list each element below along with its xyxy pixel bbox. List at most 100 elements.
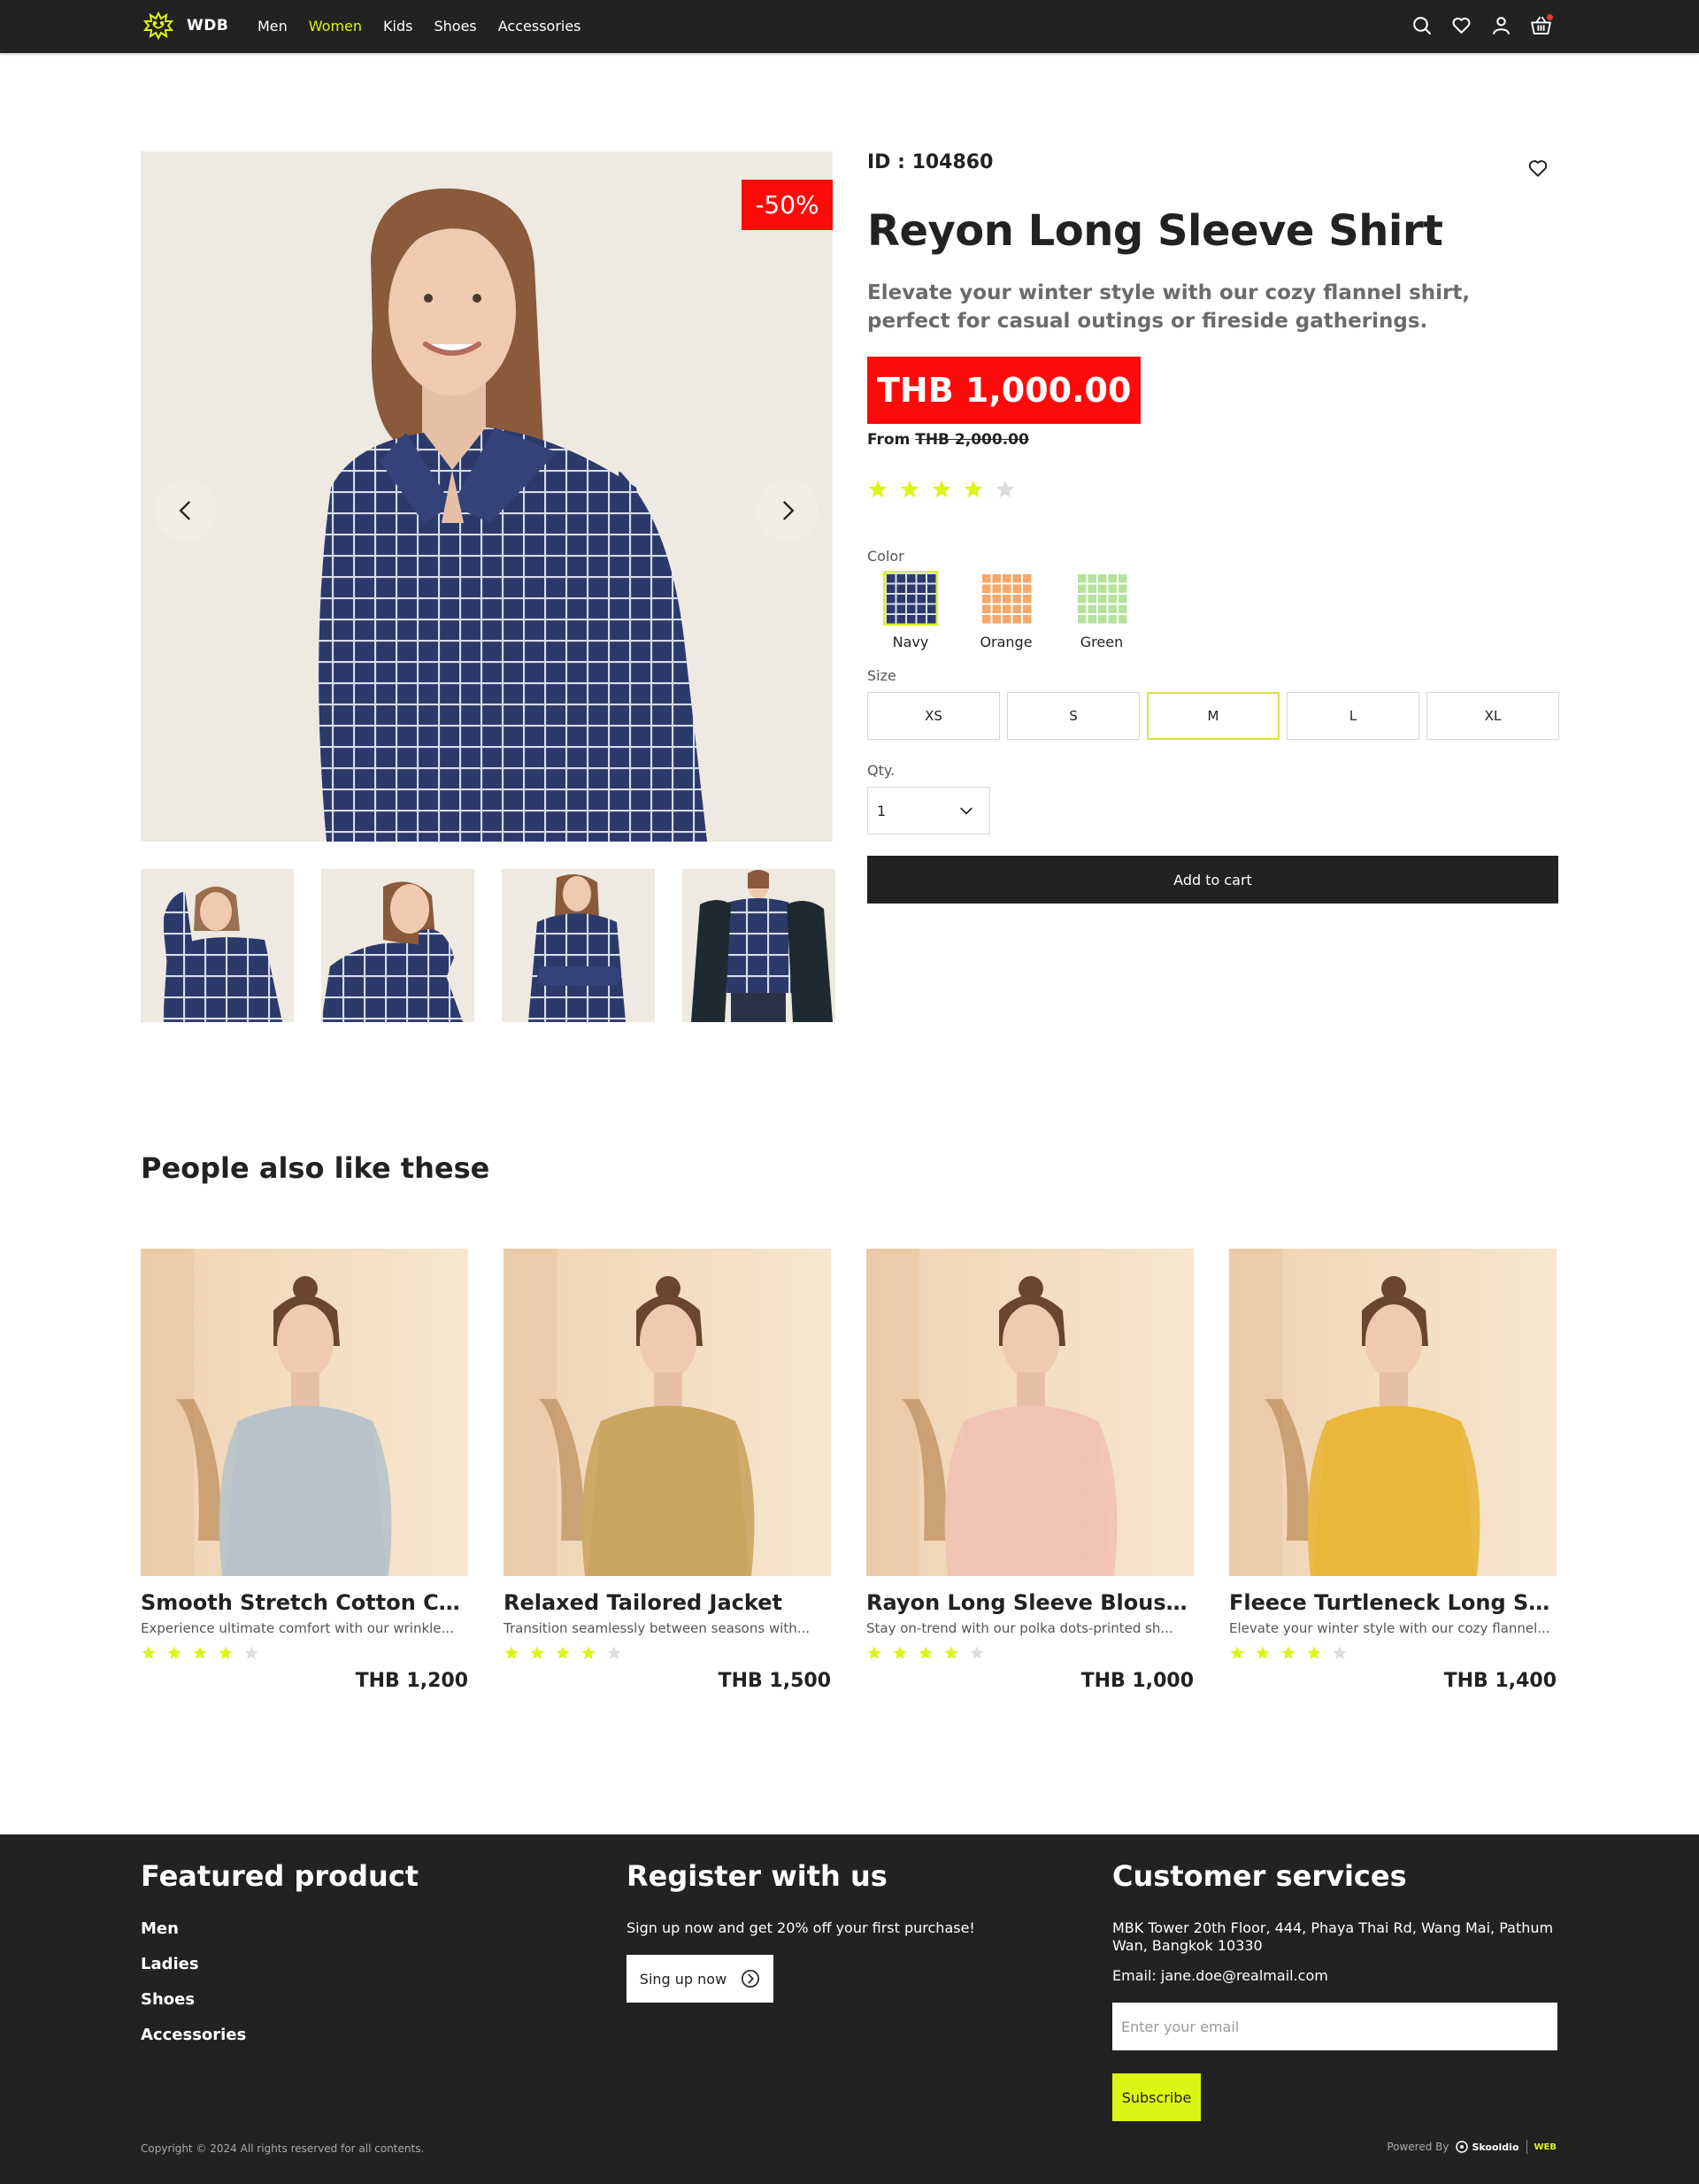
original-price: THB 2,000.00 (915, 431, 1029, 449)
gallery-next-button[interactable] (757, 480, 819, 542)
product-card[interactable]: Fleece Turtleneck Long Slee... Elevate yo… (1229, 1249, 1557, 1692)
star-empty-icon (607, 1646, 621, 1659)
wishlist-button[interactable] (1526, 157, 1549, 180)
product-card[interactable]: Rayon Long Sleeve Blouse (P... Stay on-tr… (866, 1249, 1194, 1692)
subscribe-button[interactable]: Subscribe (1112, 2073, 1201, 2121)
star-filled-icon (1307, 1646, 1321, 1659)
product-card-rating (504, 1645, 831, 1661)
logo-icon (142, 11, 174, 41)
add-to-cart-button[interactable]: Add to cart (867, 856, 1558, 904)
star-filled-icon (142, 1646, 156, 1659)
color-option-green[interactable]: Green (1076, 573, 1127, 650)
heart-icon (1528, 160, 1548, 177)
star-filled-icon (901, 481, 919, 497)
nav-item-men[interactable]: Men (258, 17, 288, 36)
color-name: Navy (892, 634, 929, 650)
color-option-orange[interactable]: Orange (980, 573, 1033, 650)
star-filled-icon (193, 1646, 207, 1659)
chevron-right-icon (783, 501, 795, 520)
featured-links: Men Ladies Shoes Accessories (141, 1919, 419, 2045)
star-filled-icon (867, 1646, 881, 1659)
sale-price: THB 1,000.00 (867, 357, 1142, 424)
star-filled-icon (893, 1646, 907, 1659)
size-option-s[interactable]: S (1007, 692, 1140, 740)
nav-item-accessories[interactable]: Accessories (498, 17, 581, 36)
footer-link-accessories[interactable]: Accessories (141, 2026, 419, 2045)
star-filled-icon (919, 1646, 933, 1659)
star-filled-icon (556, 1646, 570, 1659)
size-option-l[interactable]: L (1287, 692, 1419, 740)
size-option-m[interactable]: M (1147, 692, 1280, 740)
product-card-description: Stay on-trend with our polka dots-printe… (866, 1620, 1173, 1636)
featured-title: Featured product (141, 1859, 419, 1893)
footer-customer-services: Customer services MBK Tower 20th Floor, … (1112, 1859, 1557, 2121)
main-menu: Men Women Kids Shoes Accessories (258, 17, 581, 36)
thumbnail-2[interactable] (321, 869, 474, 1022)
search-icon[interactable] (1411, 14, 1433, 36)
related-section-title: People also like these (141, 1151, 490, 1185)
size-option-xs[interactable]: XS (867, 692, 1000, 740)
product-description: Elevate your winter style with our cozy … (867, 281, 1471, 333)
star-empty-icon (970, 1646, 984, 1659)
nav-item-women[interactable]: Women (309, 17, 362, 36)
product-rating (867, 479, 1016, 500)
chevron-left-icon (179, 501, 190, 520)
brand-logo[interactable]: WDB (141, 8, 228, 43)
product-card[interactable]: Smooth Stretch Cotton Crew... Experience … (141, 1249, 468, 1692)
footer-link-men[interactable]: Men (141, 1919, 419, 1939)
product-card-image[interactable] (1229, 1249, 1557, 1576)
product-card-title[interactable]: Rayon Long Sleeve Blouse (P... (866, 1590, 1194, 1615)
footer-link-ladies[interactable]: Ladies (141, 1955, 419, 1974)
register-title: Register with us (627, 1859, 888, 1893)
quantity-select[interactable]: 1 (867, 787, 990, 834)
original-price-line: From THB 2,000.00 (867, 431, 1029, 449)
chevron-down-icon (960, 807, 973, 815)
related-products: Smooth Stretch Cotton Crew... Experience … (141, 1249, 1557, 1692)
user-icon[interactable] (1490, 14, 1512, 36)
service-title: Customer services (1112, 1859, 1407, 1893)
powered-by-label: Powered By (1387, 2141, 1449, 2153)
color-option-navy[interactable]: Navy (883, 571, 938, 650)
nav-item-kids[interactable]: Kids (383, 17, 412, 36)
thumbnail-4[interactable] (682, 869, 835, 1022)
address-text: MBK Tower 20th Floor, 444, Phaya Thai Rd… (1112, 1919, 1554, 1954)
product-card-title[interactable]: Relaxed Tailored Jacket (504, 1590, 831, 1615)
product-card[interactable]: Relaxed Tailored Jacket Transition seamle… (504, 1249, 831, 1692)
color-swatch[interactable] (883, 571, 938, 626)
product-card-image[interactable] (866, 1249, 1194, 1576)
copyright-text: Copyright © 2024 All rights reserved for… (141, 2142, 425, 2155)
arrow-circle-right-icon (742, 1970, 760, 1988)
main-product-image: -50% (141, 151, 833, 842)
heart-icon[interactable] (1450, 14, 1472, 36)
thumbnail-strip (141, 869, 835, 1022)
product-card-title[interactable]: Smooth Stretch Cotton Crew... (141, 1590, 468, 1615)
powered-divider (1526, 2140, 1527, 2154)
basket-icon[interactable] (1530, 14, 1553, 36)
product-card-title[interactable]: Fleece Turtleneck Long Slee... (1229, 1590, 1557, 1615)
quantity-value: 1 (877, 802, 887, 819)
powered-by: Powered By Skooldio WEB (1387, 2140, 1557, 2154)
product-title: Reyon Long Sleeve Shirt (867, 206, 1443, 256)
product-card-rating (1229, 1645, 1557, 1661)
star-filled-icon (933, 481, 950, 497)
color-swatch[interactable] (980, 573, 1032, 624)
footer-link-shoes[interactable]: Shoes (141, 1990, 419, 2010)
product-card-description: Elevate your winter style with our cozy … (1229, 1620, 1550, 1636)
product-card-image[interactable] (504, 1249, 831, 1576)
signup-button[interactable]: Sing up now (627, 1955, 773, 2003)
product-card-rating (866, 1645, 1194, 1661)
nav-item-shoes[interactable]: Shoes (434, 17, 476, 36)
newsletter-email-input[interactable] (1112, 2003, 1557, 2050)
size-option-xl[interactable]: XL (1426, 692, 1559, 740)
size-label: Size (867, 667, 896, 684)
star-filled-icon (1256, 1646, 1270, 1659)
thumbnail-3[interactable] (502, 869, 655, 1022)
brand-name: WDB (187, 17, 229, 35)
thumbnail-1[interactable] (141, 869, 294, 1022)
color-swatch[interactable] (1076, 573, 1127, 624)
footer-featured: Featured product Men Ladies Shoes Access… (141, 1859, 419, 2045)
product-card-image[interactable] (141, 1249, 468, 1576)
qty-label: Qty. (867, 762, 896, 779)
gallery-prev-button[interactable] (155, 480, 217, 542)
color-name: Orange (980, 634, 1033, 650)
